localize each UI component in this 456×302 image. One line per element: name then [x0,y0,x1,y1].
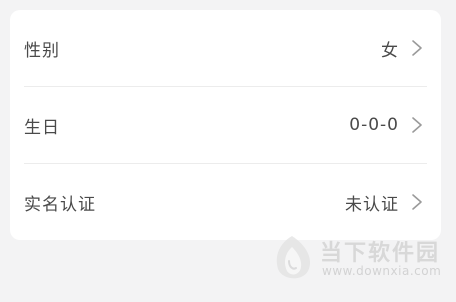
gender-row[interactable]: 性别 女 [10,10,441,86]
chevron-right-icon [412,40,422,56]
birthday-row[interactable]: 生日 0-0-0 [10,87,441,163]
birthday-label: 生日 [24,117,60,138]
downxia-logo-icon [276,236,311,279]
profile-card: 性别 女 生日 0-0-0 实名认证 未认证 [10,10,441,240]
gender-label: 性别 [24,40,60,61]
real-name-verification-row[interactable]: 实名认证 未认证 [10,164,441,240]
watermark: 当下软件园 www.downxia.com [270,233,442,285]
chevron-right-icon [412,117,422,133]
watermark-title: 当下软件园 [320,241,441,266]
real-name-verification-label: 实名认证 [24,194,96,215]
birthday-value: 0-0-0 [349,115,399,135]
gender-value: 女 [381,40,399,61]
real-name-verification-value: 未认证 [345,194,399,215]
chevron-right-icon [412,194,422,210]
watermark-url: www.downxia.com [322,264,442,278]
